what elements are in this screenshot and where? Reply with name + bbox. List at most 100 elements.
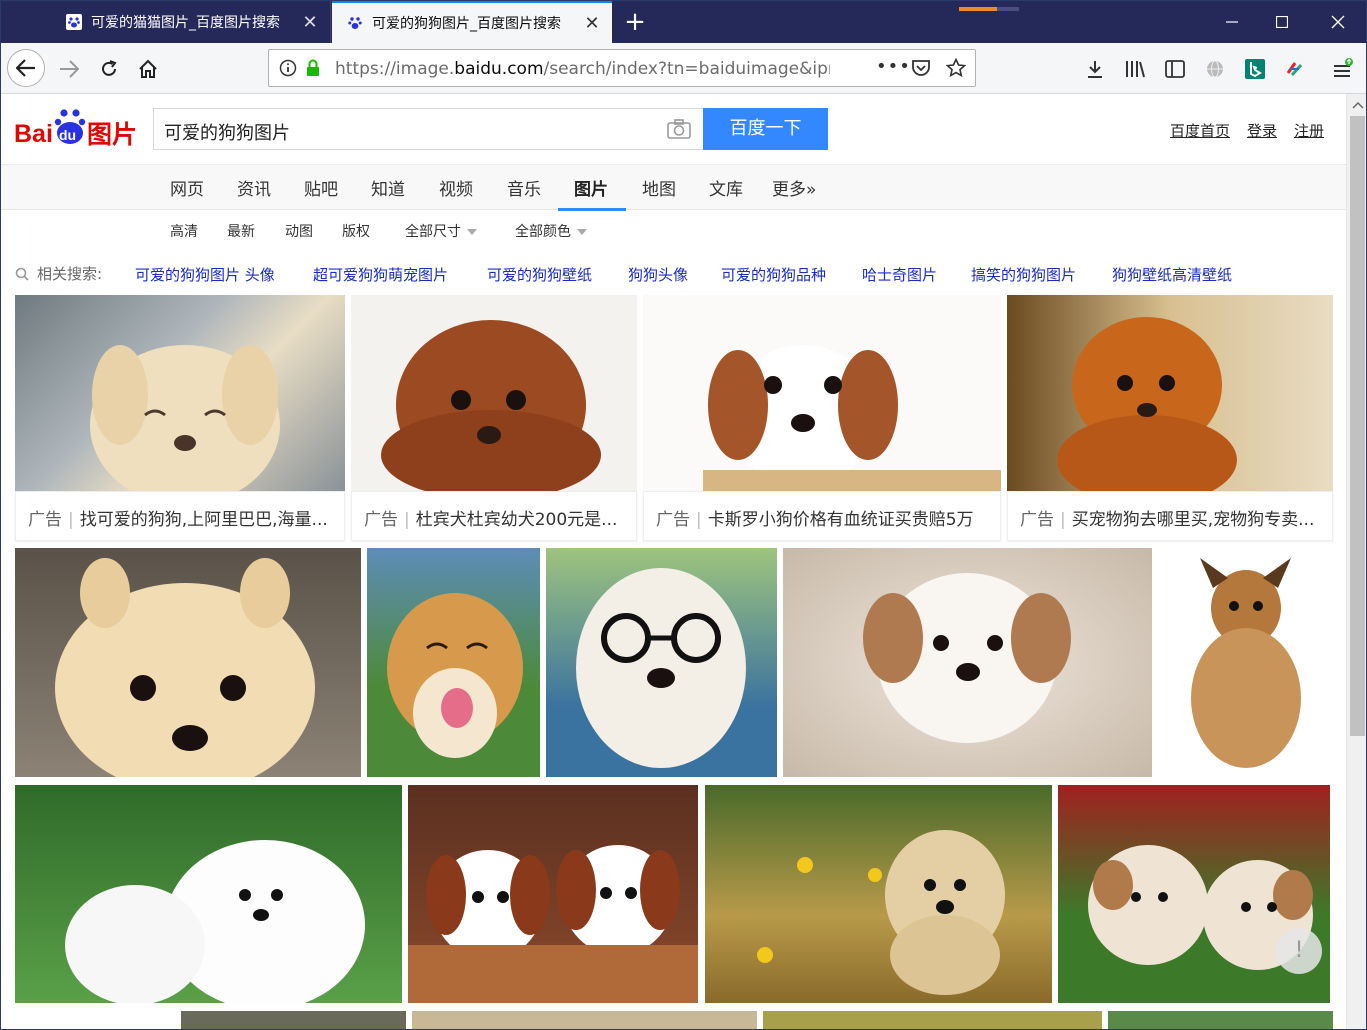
close-icon[interactable]: ✕: [298, 12, 322, 33]
dog-image[interactable]: [763, 1011, 1102, 1029]
extension-icon[interactable]: [1277, 51, 1313, 87]
close-icon[interactable]: ✕: [580, 13, 604, 34]
dog-image[interactable]: [783, 548, 1152, 777]
channel-tieba[interactable]: 贴吧: [304, 175, 338, 200]
baidu-paw-icon: [65, 13, 83, 31]
filter-size[interactable]: 全部尺寸: [405, 221, 477, 241]
bookmark-star-icon[interactable]: [945, 57, 967, 82]
dog-image[interactable]: [351, 295, 637, 491]
chevron-down-icon: [577, 229, 587, 235]
active-channel-underline: [558, 208, 626, 211]
reload-icon: [102, 60, 117, 76]
tab-title: 可爱的猫猫图片_百度图片搜索: [91, 15, 280, 31]
channel-wenku[interactable]: 文库: [709, 175, 743, 200]
channel-more[interactable]: 更多»: [772, 175, 816, 200]
baidu-paw-icon: [346, 14, 364, 32]
dog-image[interactable]: [181, 1011, 406, 1029]
dog-image[interactable]: [412, 1011, 757, 1029]
close-window-button[interactable]: [1313, 1, 1363, 43]
home-icon: [139, 59, 157, 78]
url-text: https://image.baidu.com/search/index?tn=…: [335, 59, 830, 79]
filter-hd[interactable]: 高清: [170, 221, 198, 241]
pocket-icon[interactable]: [911, 59, 931, 81]
related-link[interactable]: 可爱的狗狗图片 头像: [135, 264, 275, 285]
library-icon[interactable]: [1117, 51, 1153, 87]
dog-image[interactable]: [1007, 295, 1333, 491]
search-value: 可爱的狗狗图片: [164, 123, 290, 144]
dog-image[interactable]: [643, 295, 1001, 491]
ad-caption[interactable]: 广告 | 卡斯罗小狗价格有血统证买贵赔5万: [643, 491, 1001, 541]
related-link[interactable]: 搞笑的狗狗图片: [971, 264, 1076, 285]
address-bar[interactable]: https://image.baidu.com/search/index?tn=…: [268, 49, 976, 87]
menu-icon[interactable]: [1325, 51, 1361, 87]
dog-image[interactable]: [1158, 548, 1333, 777]
related-link[interactable]: 可爱的狗狗壁纸: [487, 264, 592, 285]
channel-zhidao[interactable]: 知道: [371, 175, 405, 200]
filter-copyright[interactable]: 版权: [342, 221, 370, 241]
dog-image[interactable]: [408, 785, 698, 1003]
filter-animated[interactable]: 动图: [285, 221, 313, 241]
svg-text:图片: 图片: [87, 120, 137, 148]
baidu-logo[interactable]: Bai du 图片: [14, 104, 144, 149]
dog-image[interactable]: [367, 548, 540, 777]
channel-news[interactable]: 资讯: [237, 175, 271, 200]
download-icon[interactable]: [1077, 51, 1113, 87]
search-button[interactable]: 百度一下: [703, 108, 828, 150]
channel-video[interactable]: 视频: [439, 175, 473, 200]
ad-caption[interactable]: 广告 | 找可爱的狗狗,上阿里巴巴,海量...: [15, 491, 345, 541]
svg-text:du: du: [59, 127, 76, 143]
channel-music[interactable]: 音乐: [507, 175, 541, 200]
channel-map[interactable]: 地图: [642, 175, 676, 200]
minimize-button[interactable]: [1207, 1, 1257, 43]
camera-icon[interactable]: [667, 119, 691, 143]
filter-latest[interactable]: 最新: [227, 221, 255, 241]
info-icon[interactable]: [279, 59, 297, 81]
related-link[interactable]: 狗狗壁纸高清壁纸: [1112, 264, 1232, 285]
dog-image[interactable]: [1108, 1011, 1333, 1029]
dog-image[interactable]: [15, 548, 361, 777]
lock-icon[interactable]: [305, 59, 321, 81]
sidebar-icon[interactable]: [1157, 51, 1193, 87]
dog-image[interactable]: [15, 785, 402, 1003]
back-arrow-icon: [16, 59, 35, 77]
scrollbar-thumb[interactable]: [1350, 116, 1365, 736]
channel-web[interactable]: 网页: [170, 175, 204, 200]
tab-dogs[interactable]: 可爱的狗狗图片_百度图片搜索 ✕: [332, 1, 612, 43]
tab-cats[interactable]: 可爱的猫猫图片_百度图片搜索 ✕: [51, 1, 331, 43]
page-actions-icon[interactable]: •••: [876, 56, 911, 77]
feedback-button[interactable]: !: [1276, 928, 1322, 974]
tab-scroll-indicator: [959, 7, 1019, 11]
dog-image[interactable]: [15, 295, 345, 491]
chevron-down-icon: [467, 229, 477, 235]
link-register[interactable]: 注册: [1294, 120, 1324, 141]
related-link[interactable]: 可爱的狗狗品种: [721, 264, 826, 285]
tab-title: 可爱的狗狗图片_百度图片搜索: [372, 16, 561, 32]
scroll-up-icon[interactable]: [1347, 98, 1367, 112]
forward-button[interactable]: [51, 51, 87, 87]
ad-caption[interactable]: 广告 | 买宠物狗去哪里买,宠物狗专卖...: [1007, 491, 1333, 541]
related-link[interactable]: 超可爱狗狗萌宠图片: [313, 264, 448, 285]
related-label: 相关搜索:: [15, 263, 102, 284]
new-tab-button[interactable]: +: [619, 7, 651, 37]
search-input[interactable]: 可爱的狗狗图片: [153, 108, 703, 150]
ad-caption[interactable]: 广告 | 杜宾犬杜宾幼犬200元是...: [351, 491, 637, 541]
link-login[interactable]: 登录: [1247, 120, 1277, 141]
title-bar: 可爱的猫猫图片_百度图片搜索 ✕ 可爱的狗狗图片_百度图片搜索 ✕ +: [1, 1, 1366, 43]
bing-icon[interactable]: [1237, 51, 1273, 87]
home-button[interactable]: [130, 51, 166, 87]
back-button[interactable]: [7, 49, 45, 87]
browser-window: 可爱的猫猫图片_百度图片搜索 ✕ 可爱的狗狗图片_百度图片搜索 ✕ + http…: [0, 0, 1367, 1030]
link-baidu-home[interactable]: 百度首页: [1170, 120, 1230, 141]
dog-image[interactable]: [705, 785, 1052, 1003]
channel-nav: 网页 资讯 贴吧 知道 视频 音乐 图片 地图 文库 更多»: [1, 164, 1346, 211]
svg-text:Bai: Bai: [14, 120, 53, 148]
related-link[interactable]: 狗狗头像: [628, 264, 688, 285]
reload-button[interactable]: [91, 51, 127, 87]
maximize-button[interactable]: [1257, 1, 1307, 43]
channel-images[interactable]: 图片: [574, 175, 608, 200]
dog-image[interactable]: [546, 548, 777, 777]
vertical-scrollbar[interactable]: [1346, 94, 1367, 1029]
related-link[interactable]: 哈士奇图片: [862, 264, 937, 285]
filter-color[interactable]: 全部颜色: [515, 221, 587, 241]
globe-icon[interactable]: [1197, 51, 1233, 87]
